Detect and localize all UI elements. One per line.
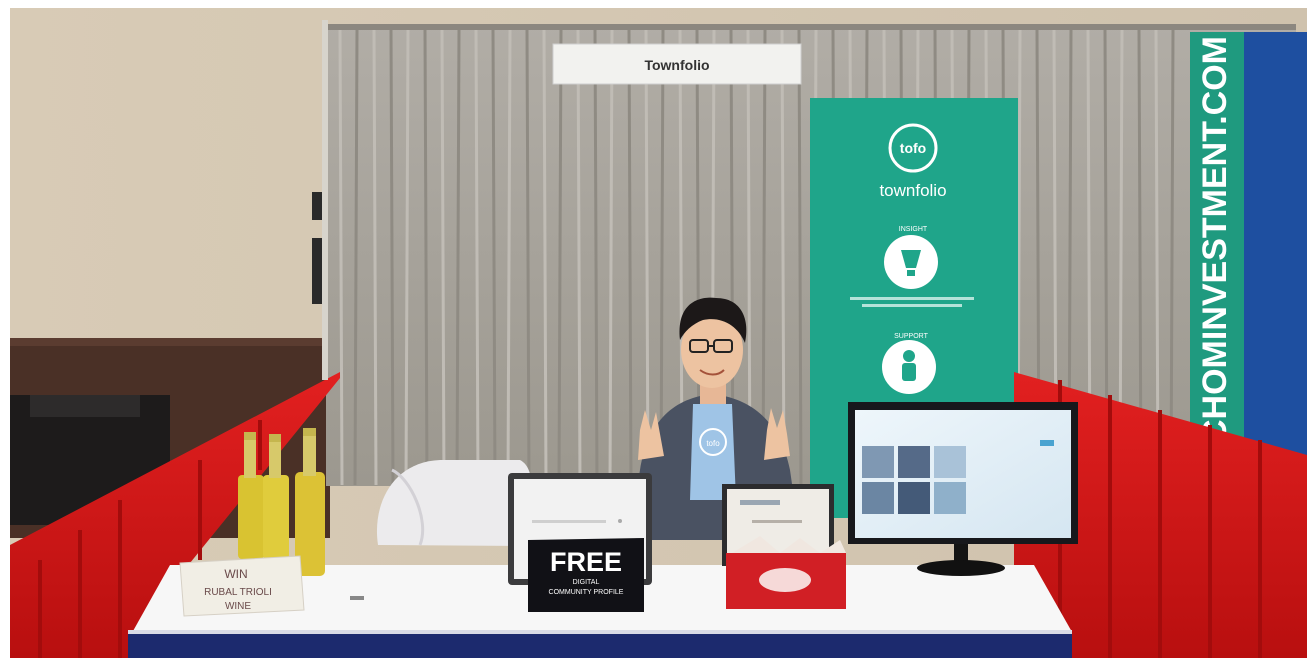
curtain-fold <box>576 29 582 486</box>
curtain-fold <box>608 29 614 486</box>
pen <box>350 596 364 600</box>
right-banner-text: CHOMINVESTMENT.COM <box>1196 36 1234 444</box>
curtain-fold <box>353 29 359 486</box>
curtain-fold <box>423 29 429 486</box>
free-sign-line1: DIGITAL <box>573 579 600 586</box>
table-skirt <box>128 632 1072 658</box>
banner-brand: townfolio <box>879 181 946 200</box>
curtain-fold <box>506 29 512 486</box>
booth-sign: Townfolio <box>552 43 802 85</box>
shirt-logo-text: tofo <box>706 439 720 448</box>
free-sign-line2: COMMUNITY PROFILE <box>549 589 624 596</box>
wine-card-line2: RUBAL TRIOLI <box>204 587 272 598</box>
curtain-fold <box>797 29 803 486</box>
banner-heading-insight: INSIGHT <box>899 226 928 233</box>
curtain-fold <box>542 29 548 486</box>
curtain-fold <box>338 29 344 486</box>
curtain-fold <box>557 29 563 486</box>
wine-card: WIN RUBAL TRIOLI WINE <box>179 555 305 617</box>
curtain-fold <box>389 29 395 486</box>
booth-photo: Townfolio CHOMINVESTMENT.COM tofo townfo… <box>0 0 1307 658</box>
right-banner: CHOMINVESTMENT.COM <box>1190 32 1307 462</box>
curtain-fold <box>659 29 665 486</box>
curtain-fold <box>440 29 446 486</box>
curtain-fold <box>372 29 378 486</box>
booth-sign-text: Townfolio <box>644 57 709 73</box>
curtain-fold <box>627 29 633 486</box>
curtain-fold <box>593 29 599 486</box>
banner-logo-mark: tofo <box>900 140 926 156</box>
backdrop-pole <box>322 20 328 380</box>
curtain-fold <box>525 29 531 486</box>
banner-heading-support: SUPPORT <box>894 333 928 340</box>
curtain-fold <box>474 29 480 486</box>
curtain-fold <box>455 29 461 486</box>
curtain-fold <box>404 29 410 486</box>
free-sign-headline: FREE <box>550 547 622 577</box>
wine-card-line1: WIN <box>224 567 247 581</box>
curtain-fold <box>491 29 497 486</box>
wine-card-line3: WINE <box>225 601 251 612</box>
free-sign: FREE DIGITAL COMMUNITY PROFILE <box>528 538 644 612</box>
